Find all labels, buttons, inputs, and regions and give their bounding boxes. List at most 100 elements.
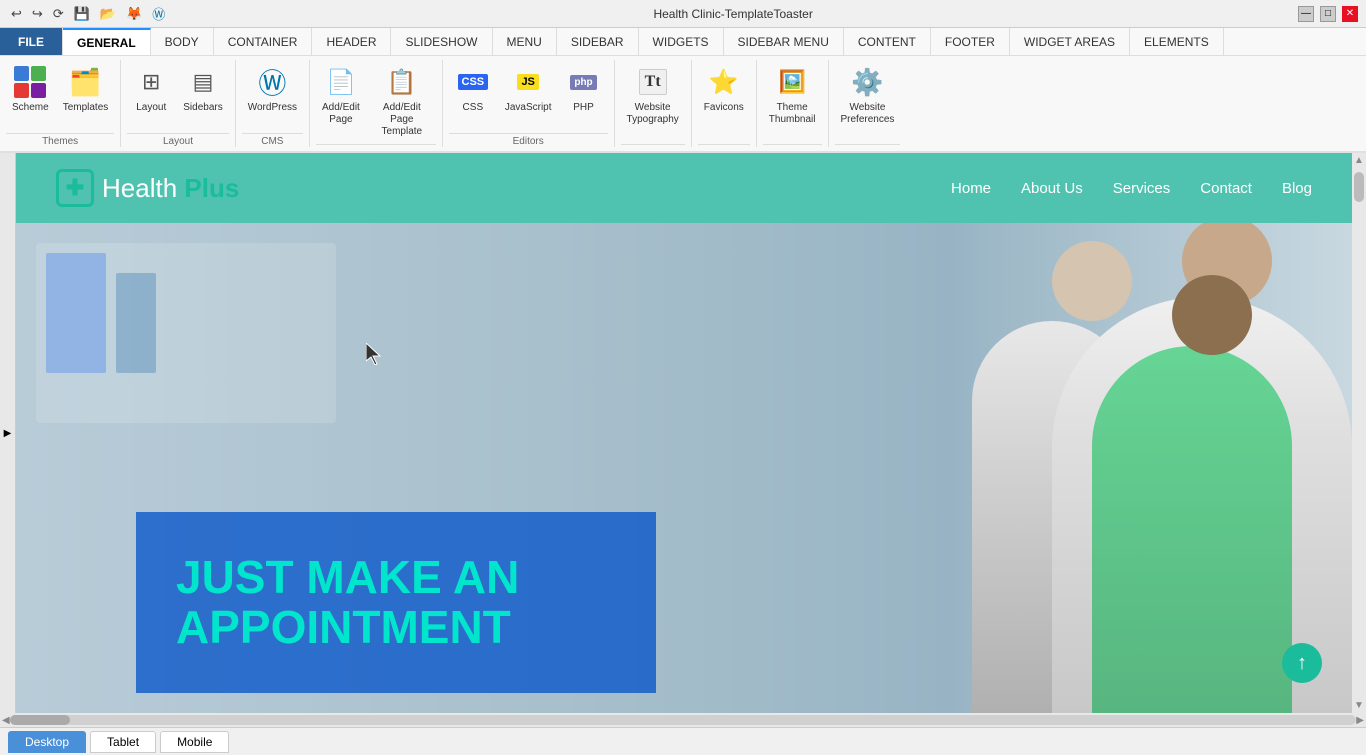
theme-thumbnail-button[interactable]: 🖼️ ThemeThumbnail <box>763 60 822 130</box>
open-icon[interactable]: 📂 <box>97 6 119 22</box>
ribbon-group-pages: 📄 Add/EditPage 📋 Add/Edit PageTemplate <box>310 60 443 147</box>
php-button[interactable]: php PHP <box>560 60 608 118</box>
ribbon-group-cms: Ⓦ WordPress CMS <box>236 60 310 147</box>
editors-group-label: Editors <box>449 133 608 147</box>
pages-group-label <box>316 144 436 147</box>
add-edit-page-label: Add/EditPage <box>322 102 360 126</box>
preferences-group-label <box>835 144 901 147</box>
preferences-icon: ⚙️ <box>849 64 885 100</box>
nav-about[interactable]: About Us <box>1021 180 1083 197</box>
javascript-button[interactable]: JS JavaScript <box>499 60 558 118</box>
layout-icon: ⊞ <box>133 64 169 100</box>
tab-menu[interactable]: MENU <box>493 28 557 55</box>
php-label: PHP <box>573 102 594 114</box>
ribbon-group-preferences: ⚙️ WebsitePreferences <box>829 60 907 147</box>
nav-home[interactable]: Home <box>951 180 991 197</box>
save-icon[interactable]: 💾 <box>71 6 93 22</box>
scroll-up-arrow[interactable]: ▲ <box>1354 155 1364 166</box>
right-scrollbar[interactable]: ▲ ▼ <box>1352 153 1366 713</box>
editors-items: CSS CSS JS JavaScript php PHP <box>449 60 608 131</box>
bottom-bar: Desktop Tablet Mobile <box>0 727 1366 755</box>
horizontal-scrollbar[interactable]: ◀ ▶ <box>0 713 1366 727</box>
tab-file[interactable]: FILE <box>0 28 63 55</box>
wordpress-button[interactable]: Ⓦ WordPress <box>242 60 303 118</box>
wordpress-label: WordPress <box>248 102 297 114</box>
logo-text-regular: Health <box>102 173 184 203</box>
tab-header[interactable]: HEADER <box>312 28 391 55</box>
theme-thumbnail-icon: 🖼️ <box>774 64 810 100</box>
tab-widgets[interactable]: WIDGETS <box>639 28 724 55</box>
favicons-items: ⭐ Favicons <box>698 60 750 142</box>
ribbon-group-layout: ⊞ Layout ▤ Sidebars Layout <box>121 60 235 147</box>
nav-contact[interactable]: Contact <box>1200 180 1252 197</box>
cms-group-label: CMS <box>242 133 303 147</box>
wp-icon-small[interactable]: Ⓦ <box>149 4 168 23</box>
add-edit-template-label: Add/Edit PageTemplate <box>374 102 430 138</box>
hero-text-box: JUST MAKE AN APPOINTMENT <box>136 512 656 693</box>
close-button[interactable]: ✕ <box>1342 6 1358 22</box>
tab-tablet[interactable]: Tablet <box>90 731 156 753</box>
website-preferences-label: WebsitePreferences <box>841 102 895 126</box>
preview-wrapper: ✚ Health Plus Home About Us Services Con… <box>16 153 1366 713</box>
tab-container[interactable]: CONTAINER <box>214 28 313 55</box>
redo-icon[interactable]: ↪ <box>29 6 46 22</box>
css-label: CSS <box>463 102 484 114</box>
layout-button[interactable]: ⊞ Layout <box>127 60 175 118</box>
tab-general[interactable]: GENERAL <box>63 28 151 55</box>
website-typography-button[interactable]: Tt WebsiteTypography <box>621 60 685 130</box>
tab-footer[interactable]: FOOTER <box>931 28 1010 55</box>
thumbnail-items: 🖼️ ThemeThumbnail <box>763 60 822 142</box>
scheme-button[interactable]: Scheme <box>6 60 55 118</box>
sidebar-toggle-icon: ▶ <box>4 428 12 439</box>
undo-icon[interactable]: ↩ <box>8 6 25 22</box>
tab-mobile[interactable]: Mobile <box>160 731 229 753</box>
hero-section: JUST MAKE AN APPOINTMENT ↑ <box>16 223 1352 713</box>
sidebars-button[interactable]: ▤ Sidebars <box>177 60 228 118</box>
sidebar-toggle[interactable]: ▶ <box>0 153 16 713</box>
maximize-button[interactable]: □ <box>1320 6 1336 22</box>
tab-sidebar-menu[interactable]: SIDEBAR MENU <box>724 28 844 55</box>
cms-items: Ⓦ WordPress <box>242 60 303 131</box>
forward-icon[interactable]: ⟳ <box>50 6 67 22</box>
favicons-button[interactable]: ⭐ Favicons <box>698 60 750 118</box>
scroll-top-button[interactable]: ↑ <box>1282 643 1322 683</box>
layout-items: ⊞ Layout ▤ Sidebars <box>127 60 228 131</box>
add-edit-page-button[interactable]: 📄 Add/EditPage <box>316 60 366 130</box>
scroll-down-arrow[interactable]: ▼ <box>1354 700 1364 711</box>
scheme-icon <box>12 64 48 100</box>
doctor-head1 <box>1052 241 1132 321</box>
tab-sidebar[interactable]: SIDEBAR <box>557 28 639 55</box>
title-bar-left: ↩ ↪ ⟳ 💾 📂 🦊 Ⓦ <box>8 4 168 23</box>
themes-group-label: Themes <box>6 133 114 147</box>
minimize-button[interactable]: — <box>1298 6 1314 22</box>
pages-items: 📄 Add/EditPage 📋 Add/Edit PageTemplate <box>316 60 436 142</box>
theme-thumbnail-label: ThemeThumbnail <box>769 102 816 126</box>
tab-content[interactable]: CONTENT <box>844 28 931 55</box>
scroll-thumb[interactable] <box>1354 172 1364 202</box>
firefox-icon[interactable]: 🦊 <box>123 6 145 22</box>
add-edit-template-button[interactable]: 📋 Add/Edit PageTemplate <box>368 60 436 142</box>
thumbnail-group-label <box>763 144 822 147</box>
tab-widget-areas[interactable]: WIDGET AREAS <box>1010 28 1130 55</box>
themes-items: Scheme 🗂️ Templates <box>6 60 114 131</box>
tab-desktop[interactable]: Desktop <box>8 731 86 753</box>
ribbon-group-favicons: ⭐ Favicons <box>692 60 757 147</box>
window-controls: — □ ✕ <box>1298 6 1358 22</box>
nav-blog[interactable]: Blog <box>1282 180 1312 197</box>
favicons-group-label <box>698 144 750 147</box>
lab-item2 <box>116 273 156 373</box>
title-bar: ↩ ↪ ⟳ 💾 📂 🦊 Ⓦ Health Clinic-TemplateToas… <box>0 0 1366 28</box>
javascript-label: JavaScript <box>505 102 552 114</box>
add-edit-template-icon: 📋 <box>384 64 420 100</box>
tab-slideshow[interactable]: SLIDESHOW <box>391 28 492 55</box>
tab-body[interactable]: BODY <box>151 28 214 55</box>
logo-icon: ✚ <box>56 169 94 207</box>
css-button[interactable]: CSS CSS <box>449 60 497 118</box>
website-preferences-button[interactable]: ⚙️ WebsitePreferences <box>835 60 901 130</box>
hero-line2: APPOINTMENT <box>176 602 606 653</box>
tab-elements[interactable]: ELEMENTS <box>1130 28 1224 55</box>
preferences-items: ⚙️ WebsitePreferences <box>835 60 901 142</box>
preview-inner: ✚ Health Plus Home About Us Services Con… <box>16 153 1352 713</box>
templates-button[interactable]: 🗂️ Templates <box>57 60 115 118</box>
nav-services[interactable]: Services <box>1113 180 1171 197</box>
